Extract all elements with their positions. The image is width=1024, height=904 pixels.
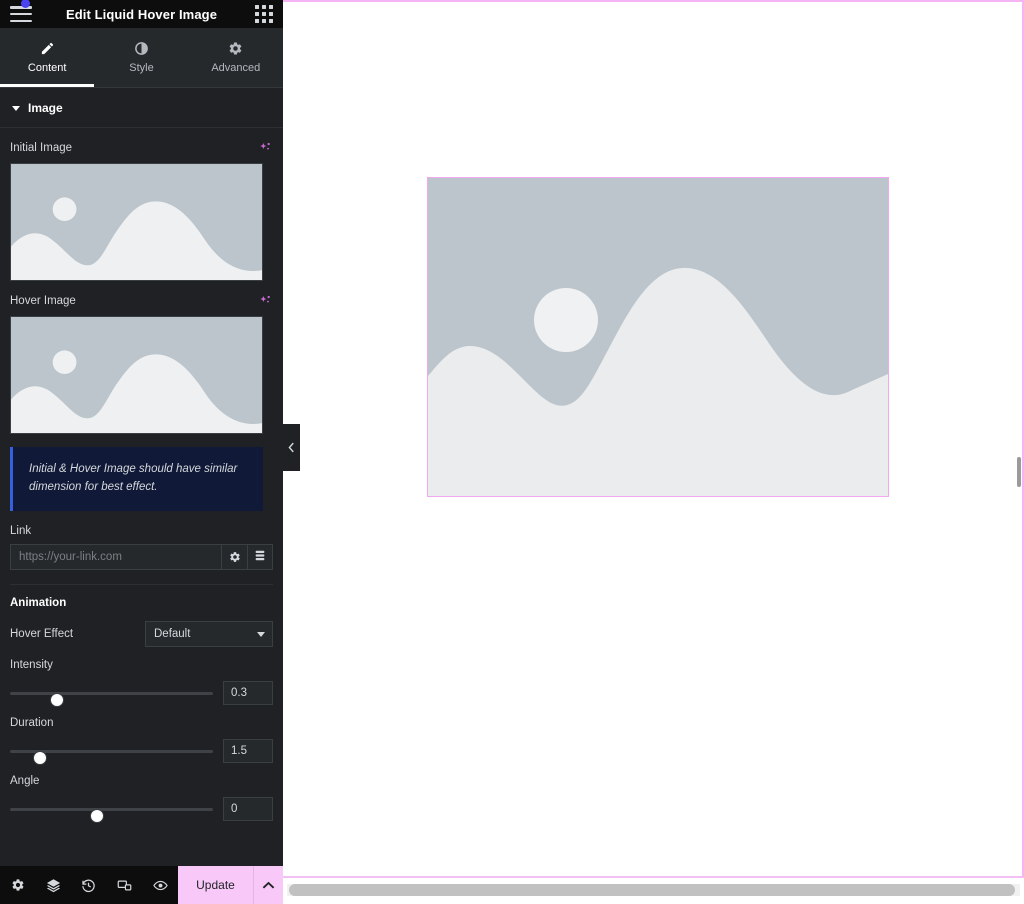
preview-eye-icon[interactable] — [142, 866, 178, 904]
pencil-icon — [40, 41, 55, 56]
contrast-icon — [134, 41, 149, 56]
angle-label: Angle — [10, 774, 40, 787]
hover-effect-row: Hover Effect Default — [10, 609, 273, 647]
panel-header: Edit Liquid Hover Image — [0, 0, 283, 28]
tab-content-label: Content — [27, 62, 67, 74]
tab-advanced-label: Advanced — [211, 62, 261, 74]
angle-label-row: Angle — [10, 763, 273, 787]
horizontal-scrollbar[interactable] — [283, 878, 1024, 904]
link-options-gear-icon[interactable] — [221, 543, 247, 570]
tab-style[interactable]: Style — [94, 28, 188, 87]
slider-thumb[interactable] — [49, 692, 64, 707]
angle-slider-row — [10, 796, 273, 823]
gear-icon — [228, 41, 243, 56]
panel-tabs: Content Style Advanced — [0, 28, 283, 88]
image-placeholder-icon — [428, 178, 888, 496]
panel-scroll-body: Image Initial Image Hover Image Initial … — [0, 88, 283, 866]
panel-title: Edit Liquid Hover Image — [65, 6, 218, 22]
chevron-left-icon — [288, 442, 294, 453]
animation-title-row: Animation — [10, 585, 273, 609]
vertical-scrollbar-thumb[interactable] — [1017, 457, 1021, 487]
link-input[interactable] — [10, 543, 221, 570]
duration-value-input[interactable] — [223, 738, 273, 763]
duration-label-row: Duration — [10, 705, 273, 729]
ai-sparkle-icon[interactable] — [257, 140, 273, 156]
responsive-mode-icon[interactable] — [107, 866, 143, 904]
tab-style-label: Style — [129, 62, 154, 74]
dynamic-tags-icon[interactable] — [247, 543, 273, 570]
footer-icon-group — [0, 866, 178, 904]
link-block: Link — [10, 511, 273, 570]
duration-label: Duration — [10, 716, 54, 729]
slider-track — [10, 691, 213, 695]
navigator-layers-icon[interactable] — [36, 866, 72, 904]
hover-image-row: Hover Image — [10, 281, 273, 309]
section-image-header[interactable]: Image — [0, 88, 283, 128]
horizontal-scrollbar-thumb[interactable] — [289, 884, 1015, 896]
tab-advanced[interactable]: Advanced — [189, 28, 283, 87]
slider-thumb[interactable] — [33, 750, 48, 765]
initial-image-preview[interactable] — [10, 163, 263, 281]
image-placeholder-icon — [11, 317, 262, 433]
chevron-up-icon[interactable] — [253, 866, 283, 904]
settings-icon[interactable] — [0, 866, 36, 904]
angle-slider[interactable] — [10, 802, 213, 823]
intensity-value-input[interactable] — [223, 680, 273, 705]
intensity-label: Intensity — [10, 658, 53, 671]
hover-effect-select[interactable]: Default — [145, 620, 273, 647]
animation-title: Animation — [10, 596, 67, 609]
editor-panel: Edit Liquid Hover Image Content Style Ad… — [0, 0, 283, 904]
editor-canvas-area — [283, 0, 1024, 904]
section-image-title: Image — [28, 101, 63, 115]
hover-image-label: Hover Image — [10, 295, 76, 307]
intensity-slider-row — [10, 680, 273, 707]
page-preview-frame — [283, 0, 1024, 878]
ai-sparkle-icon[interactable] — [257, 293, 273, 309]
duration-slider[interactable] — [10, 744, 213, 765]
hover-image-preview[interactable] — [10, 316, 263, 434]
duration-slider-row — [10, 738, 273, 765]
hamburger-menu-icon[interactable] — [10, 0, 32, 22]
hover-effect-select-wrap: Default — [145, 620, 273, 647]
history-icon[interactable] — [71, 866, 107, 904]
intensity-slider[interactable] — [10, 686, 213, 707]
hover-effect-label: Hover Effect — [10, 627, 74, 640]
slider-thumb[interactable] — [90, 808, 105, 823]
dimension-notice: Initial & Hover Image should have simila… — [10, 447, 263, 511]
angle-value-input[interactable] — [223, 796, 273, 821]
chevron-down-icon — [12, 105, 20, 111]
panel-footer: Update — [0, 866, 283, 904]
tab-content[interactable]: Content — [0, 28, 95, 87]
elementor-editor: Edit Liquid Hover Image Content Style Ad… — [0, 0, 1024, 904]
liquid-hover-image-widget[interactable] — [427, 177, 889, 497]
link-label: Link — [10, 524, 32, 537]
image-placeholder-icon — [11, 164, 262, 280]
dimension-notice-text: Initial & Hover Image should have simila… — [29, 463, 238, 493]
image-controls: Initial Image Hover Image Initial & Hove… — [0, 128, 283, 823]
initial-image-row: Initial Image — [10, 128, 273, 156]
intensity-label-row: Intensity — [10, 647, 273, 671]
link-input-group — [10, 543, 273, 570]
initial-image-label: Initial Image — [10, 142, 73, 154]
slider-track — [10, 807, 213, 811]
update-button[interactable]: Update — [178, 866, 253, 904]
panel-collapse-handle[interactable] — [283, 424, 300, 471]
apps-grid-icon[interactable] — [255, 5, 273, 23]
